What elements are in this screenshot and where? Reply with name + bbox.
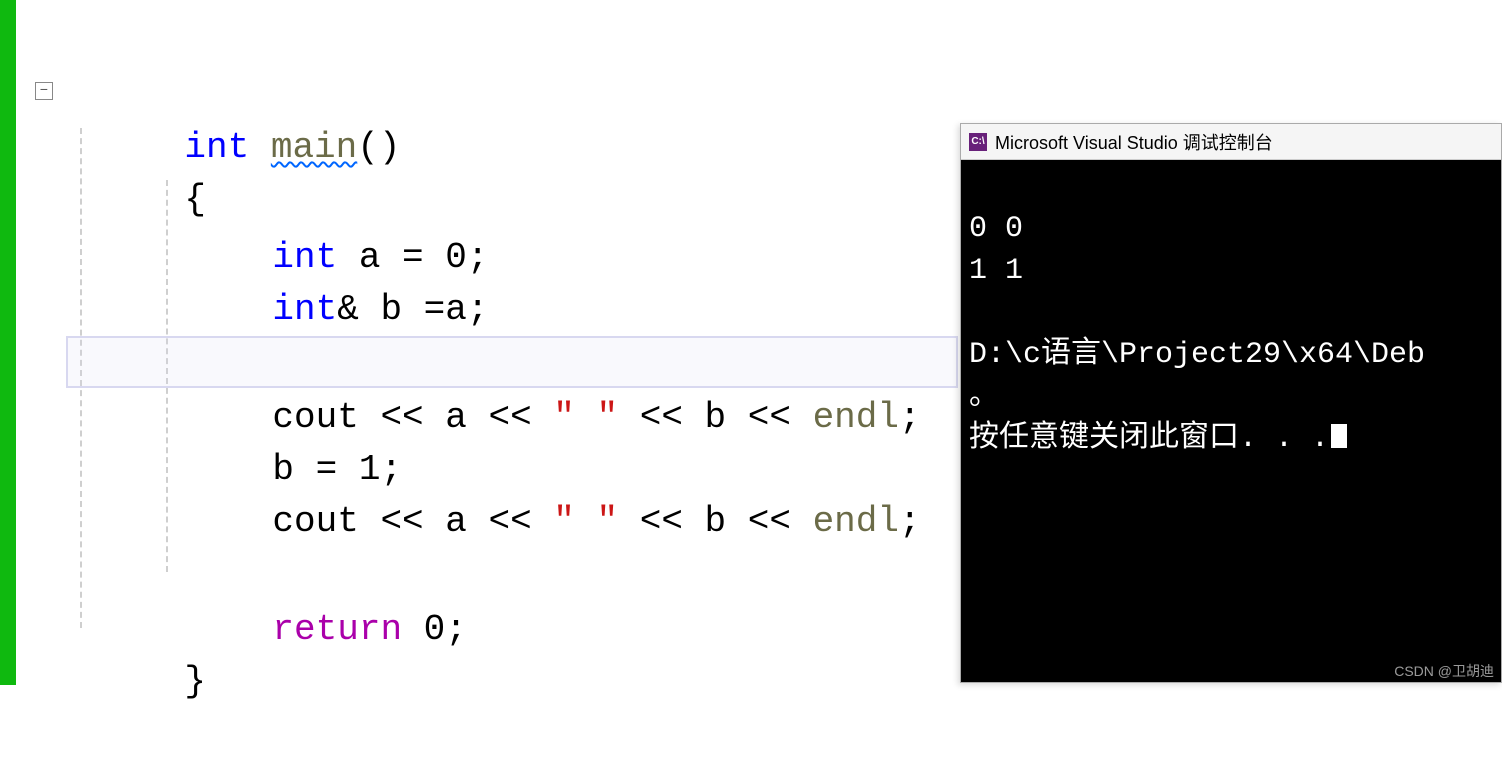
change-marker-bar	[0, 0, 16, 685]
brace-close: }	[184, 661, 206, 702]
console-output[interactable]: 0 0 1 1 D:\c语言\Project29\x64\Deb 。 按任意键关…	[961, 160, 1501, 508]
keyword-int: int	[272, 289, 337, 330]
code-line: }	[98, 604, 206, 656]
function-name: main	[271, 127, 357, 168]
code-line: int& b =a;	[186, 232, 488, 284]
endl: endl	[813, 501, 899, 542]
output-line: 1 1	[969, 254, 1023, 288]
console-title: Microsoft Visual Studio 调试控制台	[995, 129, 1273, 155]
cout: cout	[272, 501, 358, 542]
watermark: CSDN @卫胡迪	[1394, 661, 1494, 681]
keyword-return: return	[272, 609, 402, 650]
assign-a: =a;	[402, 289, 488, 330]
parens: ()	[357, 127, 400, 168]
output-line: 0 0	[969, 212, 1023, 246]
code-line: {	[98, 122, 206, 174]
code-line: int main()	[98, 70, 400, 122]
debug-console-window[interactable]: C:\ Microsoft Visual Studio 调试控制台 0 0 1 …	[960, 123, 1502, 683]
vs-console-icon: C:\	[969, 133, 987, 151]
code-line: b = 1;	[186, 392, 402, 444]
ampersand: &	[337, 289, 359, 330]
string-literal: " "	[553, 501, 618, 542]
cursor-icon	[1331, 424, 1347, 448]
endl: endl	[813, 397, 899, 438]
code-line: int a = 0;	[186, 180, 488, 232]
output-line: 。	[969, 380, 999, 414]
code-editor[interactable]: int main() { int a = 0; int& b =a; cout …	[30, 0, 960, 685]
press-any-key: 按任意键关闭此窗口. . .	[969, 422, 1329, 456]
code-line: return 0;	[186, 552, 467, 604]
string-literal: " "	[553, 397, 618, 438]
variable-b: b	[380, 289, 402, 330]
code-line: cout << a << " " << b << endl;	[186, 444, 921, 496]
console-titlebar[interactable]: C:\ Microsoft Visual Studio 调试控制台	[961, 124, 1501, 160]
output-path: D:\c语言\Project29\x64\Deb	[969, 338, 1425, 372]
code-line: cout << a << " " << b << endl;	[186, 340, 921, 392]
